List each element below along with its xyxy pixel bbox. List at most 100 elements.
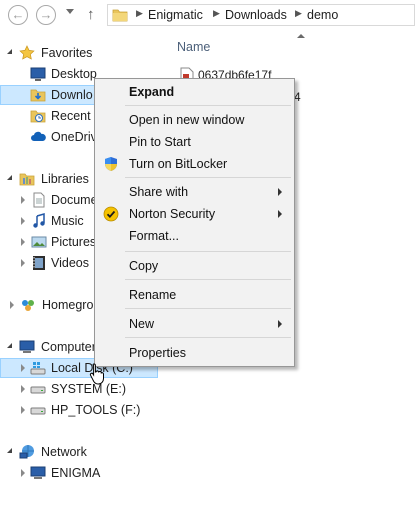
menu-separator: [125, 279, 291, 280]
breadcrumb-downloads[interactable]: Downloads: [225, 8, 287, 22]
menu-label: Copy: [129, 259, 159, 273]
nav-label: Homegro: [42, 298, 94, 312]
address-toolbar: ← → ↑ ▶ Enigmatic ▶ Downloads ▶ demo: [0, 0, 419, 31]
context-menu: Expand Open in new window Pin to Start T…: [94, 78, 295, 367]
menu-item-pin-to-start[interactable]: Pin to Start: [97, 131, 292, 153]
menu-label: New: [129, 317, 155, 331]
nav-label: Pictures: [51, 235, 97, 249]
back-arrow-icon: ←: [11, 7, 25, 22]
computer-icon: [19, 340, 35, 353]
nav-hp-tools-f[interactable]: HP_TOOLS (F:): [0, 400, 158, 420]
network-icon: [19, 445, 34, 459]
drive-icon: [30, 407, 46, 415]
star-icon: [19, 45, 35, 60]
up-button[interactable]: ↑: [87, 6, 95, 23]
submenu-arrow-icon: [278, 188, 282, 196]
nav-label: Downlo: [51, 88, 93, 102]
menu-item-open-new-window[interactable]: Open in new window: [97, 109, 292, 131]
menu-item-norton-security[interactable]: Norton Security: [97, 203, 292, 225]
menu-separator: [125, 177, 291, 178]
forward-arrow-icon: →: [39, 7, 53, 22]
expand-arrow-icon[interactable]: [21, 196, 25, 204]
drive-c-icon: [30, 362, 46, 375]
menu-separator: [125, 105, 291, 106]
expand-arrow-icon[interactable]: [21, 364, 25, 372]
menu-label: Norton Security: [129, 207, 216, 221]
nav-label: Libraries: [41, 172, 89, 186]
menu-item-expand[interactable]: Expand: [97, 81, 292, 103]
nav-enigma[interactable]: ENIGMA: [0, 463, 158, 483]
menu-label: Share with: [129, 185, 189, 199]
back-button[interactable]: ←: [8, 5, 28, 25]
videos-icon: [33, 256, 45, 270]
network-computer-icon: [30, 466, 46, 479]
breadcrumb-separator-icon[interactable]: ▶: [213, 8, 220, 19]
nav-system-e[interactable]: SYSTEM (E:): [0, 379, 158, 399]
recent-places-icon: [30, 110, 46, 123]
breadcrumb-enigmatic[interactable]: Enigmatic: [148, 8, 203, 22]
documents-icon: [33, 192, 45, 208]
address-bar[interactable]: ▶ Enigmatic ▶ Downloads ▶ demo: [107, 4, 415, 26]
breadcrumb-separator-icon[interactable]: ▶: [295, 8, 302, 19]
music-icon: [33, 213, 45, 228]
sort-ascending-icon: [297, 34, 305, 38]
expand-arrow-icon[interactable]: [21, 406, 25, 414]
nav-label: HP_TOOLS (F:): [51, 403, 141, 417]
collapse-arrow-icon[interactable]: [7, 343, 12, 348]
collapse-arrow-icon[interactable]: [7, 49, 12, 54]
expand-arrow-icon[interactable]: [21, 469, 25, 477]
menu-separator: [125, 337, 291, 338]
pictures-icon: [31, 236, 47, 248]
menu-item-new[interactable]: New: [97, 313, 292, 335]
nav-label: Videos: [51, 256, 89, 270]
menu-label: Expand: [129, 85, 175, 99]
nav-label: Desktop: [51, 67, 97, 81]
submenu-arrow-icon: [278, 210, 282, 218]
expand-arrow-icon[interactable]: [21, 217, 25, 225]
expand-arrow-icon[interactable]: [21, 238, 25, 246]
desktop-icon: [30, 67, 46, 81]
column-header-name[interactable]: Name: [177, 40, 210, 54]
menu-item-properties[interactable]: Properties: [97, 342, 292, 364]
menu-separator: [125, 251, 291, 252]
expand-arrow-icon[interactable]: [21, 259, 25, 267]
nav-label: OneDriv: [51, 130, 97, 144]
menu-label: Properties: [129, 346, 186, 360]
menu-item-format[interactable]: Format...: [97, 225, 292, 247]
menu-item-share-with[interactable]: Share with: [97, 181, 292, 203]
collapse-arrow-icon[interactable]: [7, 175, 12, 180]
norton-icon: [103, 206, 119, 222]
nav-network[interactable]: Network: [0, 442, 158, 462]
nav-favorites[interactable]: Favorites: [0, 43, 158, 63]
expand-arrow-icon[interactable]: [10, 301, 14, 309]
folder-icon: [112, 9, 128, 22]
forward-button[interactable]: →: [36, 5, 56, 25]
collapse-arrow-icon[interactable]: [7, 448, 12, 453]
nav-label: Music: [51, 214, 84, 228]
homegroup-icon: [22, 300, 34, 311]
libraries-icon: [19, 173, 35, 186]
menu-label: Pin to Start: [129, 135, 191, 149]
nav-label: Network: [41, 445, 87, 459]
breadcrumb-demo[interactable]: demo: [307, 8, 338, 22]
nav-label: Docume: [51, 193, 98, 207]
file-name-fragment: 4: [294, 90, 301, 104]
recent-locations-dropdown[interactable]: [66, 9, 74, 14]
nav-label: Favorites: [41, 46, 93, 60]
nav-label: ENIGMA: [51, 466, 101, 480]
menu-label: Format...: [129, 229, 180, 243]
menu-item-copy[interactable]: Copy: [97, 255, 292, 277]
downloads-folder-icon: [30, 89, 46, 102]
menu-label: Open in new window: [129, 113, 245, 127]
onedrive-icon: [31, 131, 46, 141]
breadcrumb-separator-icon[interactable]: ▶: [136, 8, 143, 19]
menu-label: Rename: [129, 288, 177, 302]
uac-shield-icon: [105, 157, 117, 171]
menu-label: Turn on BitLocker: [129, 157, 228, 171]
expand-arrow-icon[interactable]: [21, 385, 25, 393]
nav-label: Computer: [41, 340, 96, 354]
menu-item-bitlocker[interactable]: Turn on BitLocker: [97, 153, 292, 175]
up-arrow-icon: ↑: [87, 6, 95, 23]
submenu-arrow-icon: [278, 320, 282, 328]
menu-item-rename[interactable]: Rename: [97, 284, 292, 306]
